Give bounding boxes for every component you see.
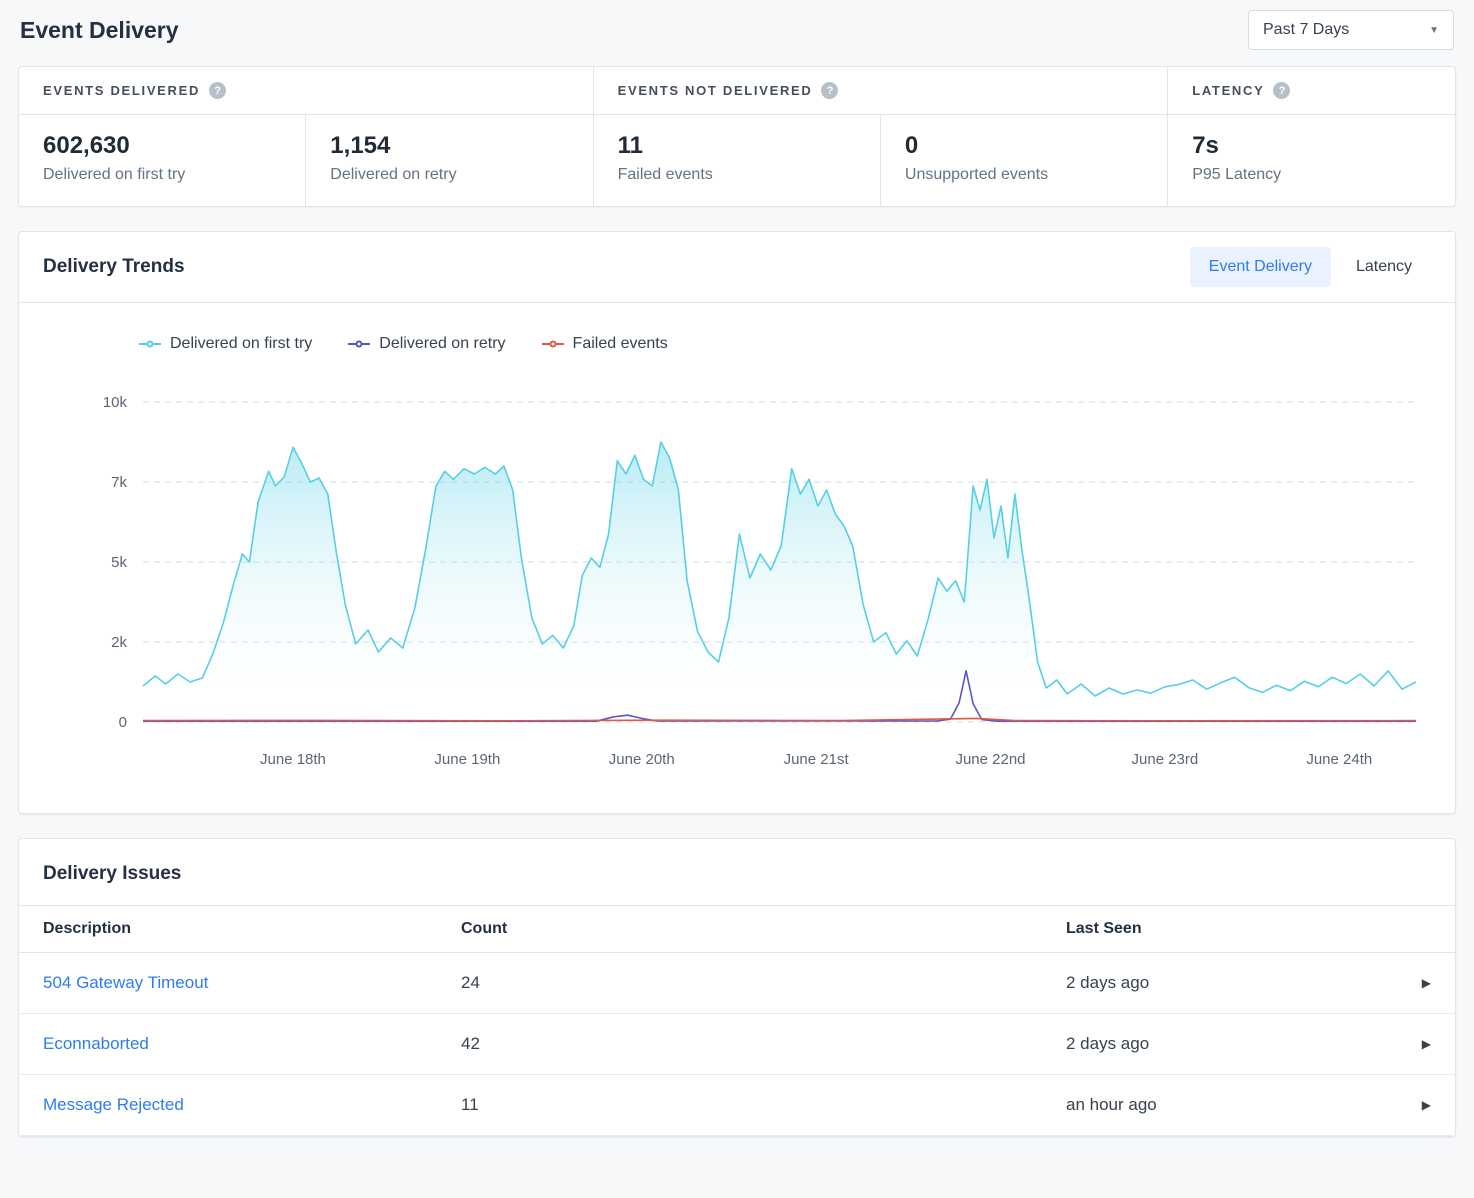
issues-table-header: Description Count Last Seen: [19, 906, 1455, 953]
issues-table: Description Count Last Seen 504 Gateway …: [19, 905, 1455, 1136]
legend-marker-icon: [542, 343, 564, 345]
help-icon[interactable]: ?: [821, 82, 838, 99]
stats-summary-card: EVENTS DELIVERED ? 602,630 Delivered on …: [18, 66, 1456, 207]
svg-text:June 19th: June 19th: [434, 751, 500, 768]
column-header-last-seen: Last Seen: [1042, 906, 1455, 953]
date-range-value: Past 7 Days: [1263, 21, 1349, 39]
stat-label: Delivered on first try: [43, 166, 281, 184]
stat-group-header: EVENTS NOT DELIVERED ?: [594, 67, 1168, 115]
chevron-right-icon[interactable]: ▶: [1422, 1098, 1431, 1112]
event-delivery-page: Event Delivery Past 7 Days ▼ EVENTS DELI…: [0, 0, 1474, 1137]
stat-group-header: EVENTS DELIVERED ?: [19, 67, 593, 115]
trends-tabs: Event Delivery Latency: [1190, 247, 1431, 287]
issues-title: Delivery Issues: [19, 863, 1455, 905]
stat-value: 7s: [1192, 132, 1431, 160]
tab-latency[interactable]: Latency: [1337, 247, 1431, 287]
stat-cell-failed: 11 Failed events: [594, 115, 880, 206]
stat-cell-unsupported: 0 Unsupported events: [880, 115, 1167, 206]
trends-header: Delivery Trends Event Delivery Latency: [19, 232, 1455, 303]
stat-group-header: LATENCY ?: [1168, 67, 1455, 115]
stat-label: Failed events: [618, 166, 856, 184]
issue-count: 11: [437, 1075, 1042, 1136]
issue-row[interactable]: Econnaborted 42 2 days ago ▶: [19, 1014, 1455, 1075]
legend-item-first-try: Delivered on first try: [139, 335, 312, 353]
stat-group-events-not-delivered: EVENTS NOT DELIVERED ? 11 Failed events …: [594, 67, 1169, 206]
svg-text:5k: 5k: [111, 554, 127, 571]
chevron-right-icon[interactable]: ▶: [1422, 1037, 1431, 1051]
svg-text:June 23rd: June 23rd: [1132, 751, 1199, 768]
chevron-down-icon: ▼: [1429, 25, 1439, 36]
stat-value: 0: [905, 132, 1143, 160]
svg-text:June 24th: June 24th: [1306, 751, 1372, 768]
trends-title: Delivery Trends: [43, 256, 185, 278]
chart-area: Delivered on first try Delivered on retr…: [19, 303, 1455, 813]
svg-text:June 21st: June 21st: [784, 751, 850, 768]
stat-group-title: EVENTS NOT DELIVERED: [618, 83, 813, 98]
svg-text:June 20th: June 20th: [609, 751, 675, 768]
issue-link[interactable]: Message Rejected: [43, 1095, 184, 1114]
svg-text:0: 0: [119, 714, 127, 731]
stat-group-title: LATENCY: [1192, 83, 1264, 98]
legend-label: Failed events: [573, 335, 668, 353]
legend-marker-icon: [139, 343, 161, 345]
legend-item-retry: Delivered on retry: [348, 335, 505, 353]
stat-value: 11: [618, 132, 856, 160]
date-range-dropdown[interactable]: Past 7 Days ▼: [1248, 10, 1454, 50]
stat-label: Delivered on retry: [330, 166, 568, 184]
stat-cell-first-try: 602,630 Delivered on first try: [19, 115, 305, 206]
page-title: Event Delivery: [20, 17, 179, 44]
tab-event-delivery[interactable]: Event Delivery: [1190, 247, 1331, 287]
issue-link[interactable]: 504 Gateway Timeout: [43, 973, 208, 992]
legend-item-failed: Failed events: [542, 335, 668, 353]
issue-count: 42: [437, 1014, 1042, 1075]
stat-label: Unsupported events: [905, 166, 1143, 184]
column-header-description: Description: [19, 906, 437, 953]
issue-last-seen: an hour ago: [1066, 1095, 1157, 1115]
stat-group-latency: LATENCY ? 7s P95 Latency: [1168, 67, 1455, 206]
stat-group-title: EVENTS DELIVERED: [43, 83, 200, 98]
svg-text:2k: 2k: [111, 634, 127, 651]
column-header-count: Count: [437, 906, 1042, 953]
issue-row[interactable]: Message Rejected 11 an hour ago ▶: [19, 1075, 1455, 1136]
delivery-trends-card: Delivery Trends Event Delivery Latency D…: [18, 231, 1456, 814]
page-header: Event Delivery Past 7 Days ▼: [18, 0, 1456, 66]
issue-last-seen: 2 days ago: [1066, 973, 1149, 993]
legend-label: Delivered on first try: [170, 335, 312, 353]
issue-count: 24: [437, 953, 1042, 1014]
chevron-right-icon[interactable]: ▶: [1422, 976, 1431, 990]
stat-label: P95 Latency: [1192, 166, 1431, 184]
stat-value: 602,630: [43, 132, 281, 160]
stat-cell-p95-latency: 7s P95 Latency: [1168, 115, 1455, 206]
help-icon[interactable]: ?: [209, 82, 226, 99]
stat-cell-retry: 1,154 Delivered on retry: [305, 115, 592, 206]
help-icon[interactable]: ?: [1273, 82, 1290, 99]
svg-text:June 18th: June 18th: [260, 751, 326, 768]
delivery-trends-chart: 0 2k 5k 7k 10k June 18th June 19th June 20th Jun…: [43, 377, 1432, 782]
svg-text:7k: 7k: [111, 474, 127, 491]
issue-row[interactable]: 504 Gateway Timeout 24 2 days ago ▶: [19, 953, 1455, 1014]
chart-legend: Delivered on first try Delivered on retr…: [139, 335, 1431, 353]
svg-text:10k: 10k: [103, 394, 128, 411]
issue-last-seen: 2 days ago: [1066, 1034, 1149, 1054]
stat-group-body: 11 Failed events 0 Unsupported events: [594, 115, 1168, 206]
issue-link[interactable]: Econnaborted: [43, 1034, 149, 1053]
legend-label: Delivered on retry: [379, 335, 505, 353]
delivery-issues-card: Delivery Issues Description Count Last S…: [18, 838, 1456, 1137]
legend-marker-icon: [348, 343, 370, 345]
stat-group-events-delivered: EVENTS DELIVERED ? 602,630 Delivered on …: [19, 67, 594, 206]
stat-group-body: 602,630 Delivered on first try 1,154 Del…: [19, 115, 593, 206]
stat-group-body: 7s P95 Latency: [1168, 115, 1455, 206]
svg-text:June 22nd: June 22nd: [955, 751, 1025, 768]
stat-value: 1,154: [330, 132, 568, 160]
